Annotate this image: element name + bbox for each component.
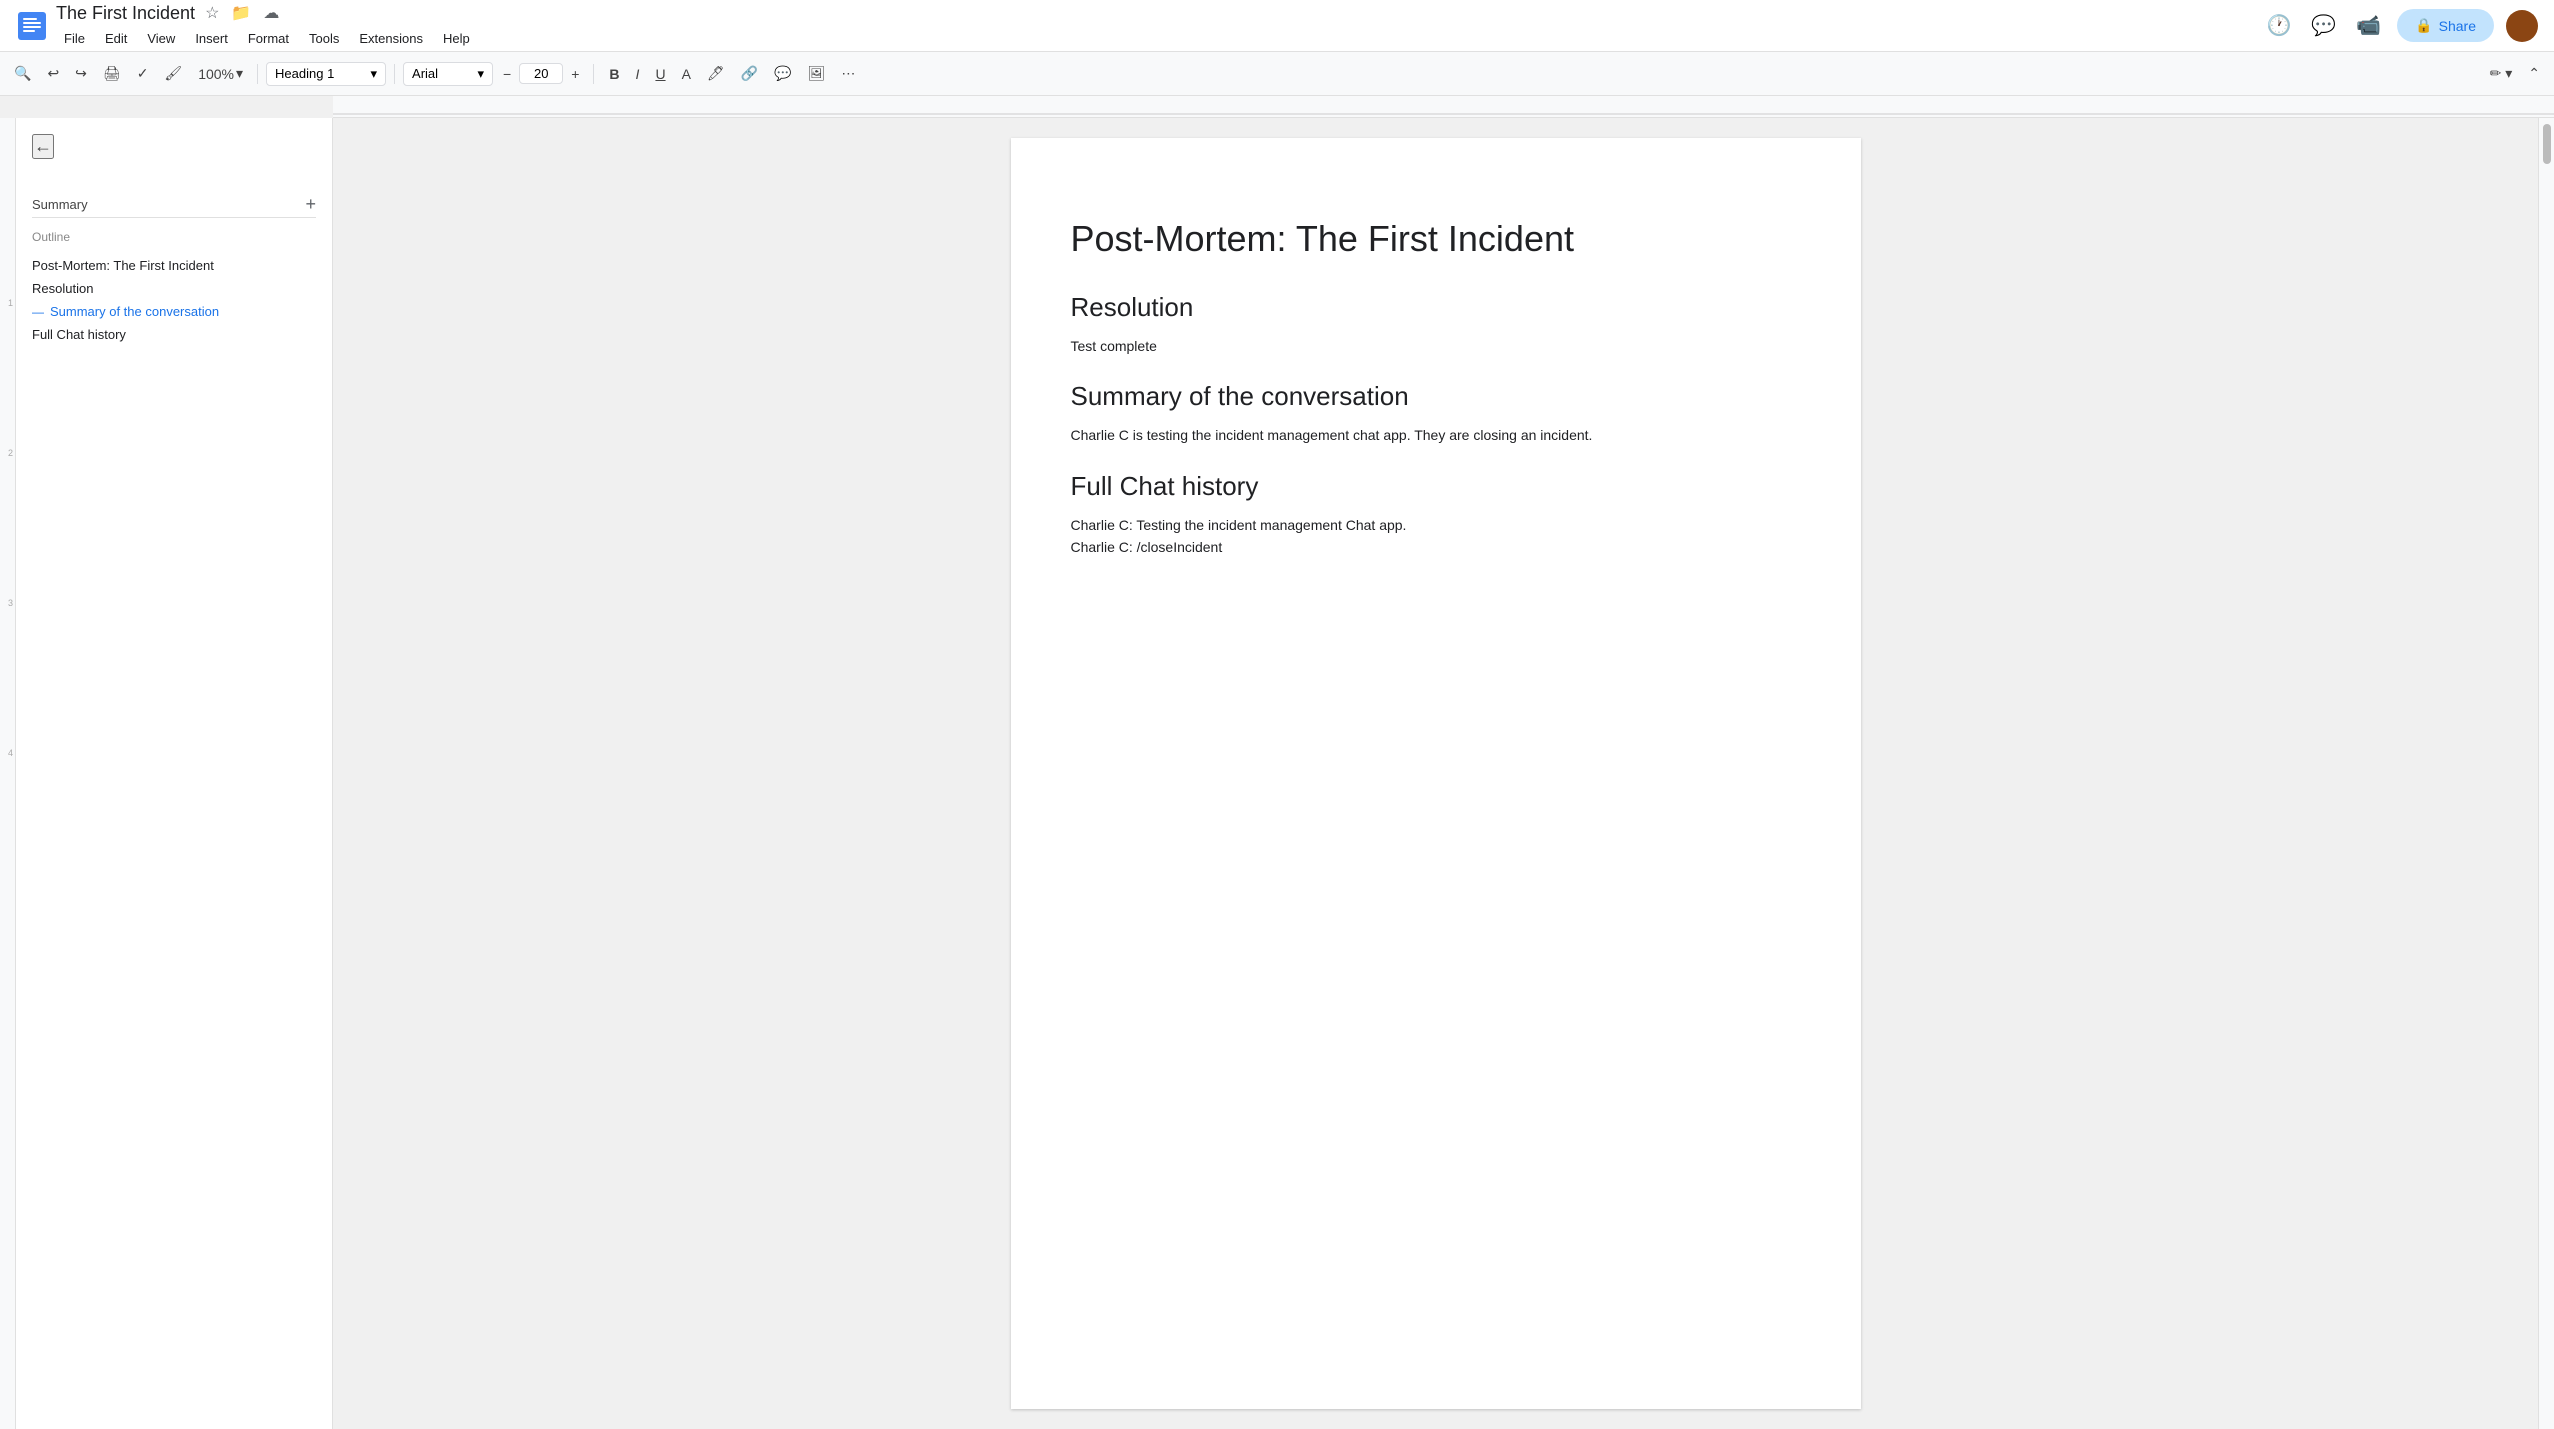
undo-button[interactable]: ↩ (41, 61, 65, 86)
menu-edit[interactable]: Edit (97, 27, 135, 50)
margin-num-4: 4 (8, 748, 13, 758)
menu-format[interactable]: Format (240, 27, 297, 50)
zoom-selector[interactable]: 100% ▾ (192, 61, 249, 86)
menu-bar: File Edit View Insert Format Tools Exten… (56, 27, 2254, 50)
toolbar: 🔍 ↩ ↪ 🖨 ✓ 🖌 100% ▾ Heading 1 ▾ Arial ▾ −… (0, 52, 2554, 96)
font-size-increase[interactable]: + (565, 62, 585, 86)
left-margin: 1 2 3 4 (0, 118, 16, 1429)
edit-mode-button[interactable]: ✏ ▾ (2484, 61, 2519, 86)
doc-body-2: Charlie C: Testing the incident manageme… (1071, 514, 1801, 559)
more-button[interactable]: ⋯ (834, 61, 862, 86)
outline-item-1[interactable]: Resolution (32, 277, 316, 300)
star-button[interactable]: ☆ (203, 1, 221, 25)
margin-num-2: 2 (8, 448, 13, 458)
doc-title: The First Incident (56, 3, 195, 24)
menu-insert[interactable]: Insert (187, 27, 236, 50)
history-button[interactable]: 🕐 (2262, 9, 2295, 42)
doc-heading-1: Summary of the conversation (1071, 381, 1801, 412)
sidebar-section-header: Summary + (32, 191, 316, 218)
main-area: 1 2 3 4 ← Summary + Outline Post-Mortem:… (0, 118, 2554, 1429)
menu-view[interactable]: View (139, 27, 183, 50)
lock-icon: 🔒 (2415, 17, 2432, 34)
sidebar: ← Summary + Outline Post-Mortem: The Fir… (16, 118, 333, 1429)
margin-num-3: 3 (8, 598, 13, 608)
font-size-control: − 20 + (497, 62, 585, 86)
outline-item-0[interactable]: Post-Mortem: The First Incident (32, 254, 316, 277)
meet-button[interactable]: 📹 (2352, 9, 2385, 42)
font-size-input[interactable]: 20 (519, 63, 563, 84)
menu-file[interactable]: File (56, 27, 93, 50)
doc-main-title: Post-Mortem: The First Incident (1071, 218, 1801, 260)
italic-button[interactable]: I (629, 62, 647, 86)
collapse-button[interactable]: ⌃ (2522, 61, 2546, 86)
sidebar-summary-section: Summary + (32, 191, 316, 218)
page: Post-Mortem: The First Incident Resoluti… (1011, 138, 1861, 1409)
doc-area: Post-Mortem: The First Incident Resoluti… (333, 118, 2538, 1429)
ruler (333, 96, 2554, 118)
redo-button[interactable]: ↪ (69, 61, 93, 86)
doc-heading-2: Full Chat history (1071, 471, 1801, 502)
doc-heading-0: Resolution (1071, 292, 1801, 323)
chevron-down-icon: ▾ (371, 66, 378, 82)
search-button[interactable]: 🔍 (8, 61, 37, 86)
margin-num-1: 1 (8, 298, 13, 308)
sidebar-back-button[interactable]: ← (32, 134, 54, 159)
separator-3 (593, 64, 594, 84)
avatar[interactable] (2506, 10, 2538, 42)
separator-1 (257, 64, 258, 84)
share-label: Share (2439, 18, 2476, 34)
font-size-decrease[interactable]: − (497, 62, 517, 86)
paint-format-button[interactable]: 🖌 (158, 61, 188, 86)
chevron-down-icon-2: ▾ (478, 66, 485, 82)
folder-button[interactable]: 📁 (229, 1, 253, 25)
share-button[interactable]: 🔒 Share (2397, 9, 2494, 42)
menu-extensions[interactable]: Extensions (351, 27, 431, 50)
menu-tools[interactable]: Tools (301, 27, 347, 50)
style-selector[interactable]: Heading 1 ▾ (266, 62, 386, 86)
comment-button[interactable]: 💬 (767, 61, 798, 86)
menu-help[interactable]: Help (435, 27, 478, 50)
underline-button[interactable]: U (648, 62, 672, 86)
outline-item-2[interactable]: Summary of the conversation (32, 300, 316, 323)
link-button[interactable]: 🔗 (734, 61, 765, 86)
image-button[interactable]: 🖼 (801, 61, 833, 86)
text-color-button[interactable]: A (675, 62, 698, 86)
title-right: 🕐 💬 📹 🔒 Share (2262, 9, 2538, 42)
ruler-svg (333, 96, 2554, 118)
font-selector[interactable]: Arial ▾ (403, 62, 493, 86)
title-section: The First Incident ☆ 📁 ☁ File Edit View … (56, 1, 2254, 50)
sidebar-add-button[interactable]: + (305, 195, 316, 213)
doc-body-1: Charlie C is testing the incident manage… (1071, 424, 1801, 446)
spellcheck-button[interactable]: ✓ (131, 61, 155, 86)
separator-2 (394, 64, 395, 84)
print-button[interactable]: 🖨 (97, 61, 127, 86)
scroll-thumb[interactable] (2543, 124, 2551, 164)
highlight-button[interactable]: 🖊 (700, 61, 732, 86)
doc-icon (16, 10, 48, 42)
cloud-button[interactable]: ☁ (261, 1, 281, 25)
outline-item-3[interactable]: Full Chat history (32, 323, 316, 346)
outline-label: Outline (32, 230, 316, 244)
format-buttons: B I U A 🖊 🔗 💬 🖼 ⋯ (602, 61, 862, 86)
right-panel (2538, 118, 2554, 1429)
comments-button[interactable]: 💬 (2307, 9, 2340, 42)
bold-button[interactable]: B (602, 62, 626, 86)
doc-body-0: Test complete (1071, 335, 1801, 357)
title-bar: The First Incident ☆ 📁 ☁ File Edit View … (0, 0, 2554, 52)
sidebar-outline-section: Outline Post-Mortem: The First Incident … (32, 230, 316, 346)
sidebar-section-title: Summary (32, 197, 88, 212)
